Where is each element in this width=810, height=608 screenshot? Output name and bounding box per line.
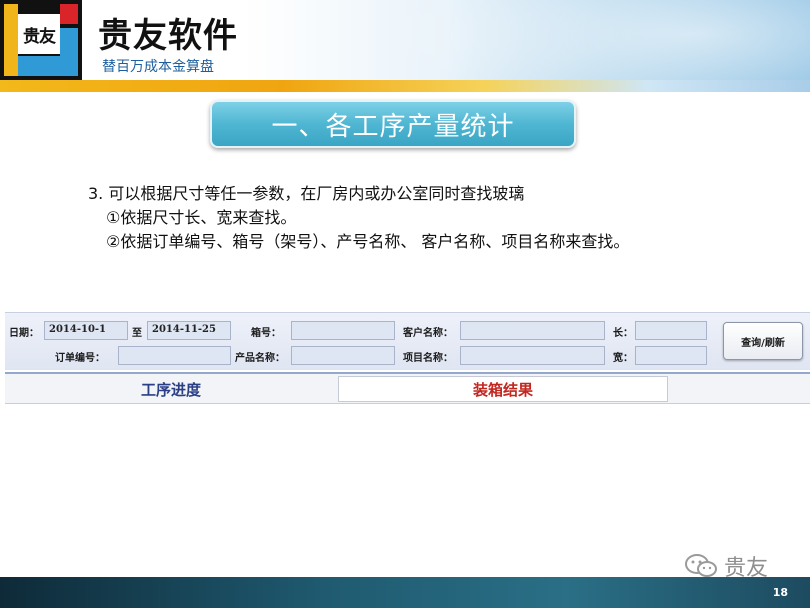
company-logo: 贵友 — [0, 0, 82, 80]
date-to-field[interactable]: 2014-11-25 — [147, 321, 231, 340]
bullet-sub-2: ②依据订单编号、箱号（架号）、产号名称、 客户名称、项目名称来查找。 — [106, 232, 630, 251]
section-title: 一、各工序产量统计 — [271, 111, 515, 142]
wechat-icon — [685, 554, 717, 577]
description-text: 3. 可以根据尺寸等任一参数，在厂房内或办公室同时查找玻璃 ①依据尺寸长、宽来查… — [88, 182, 629, 254]
logo-mark: 贵友 — [23, 26, 56, 47]
length-label: 长： — [613, 328, 633, 339]
date-label: 日期： — [9, 328, 39, 339]
header-color-strip — [0, 80, 810, 92]
customer-label: 客户名称： — [403, 328, 453, 339]
search-form: 日期： 2014-10-1 至 2014-11-25 箱号： 客户名称： 长： … — [5, 312, 810, 370]
footer-band: 18 — [0, 577, 810, 608]
section-title-banner: 一、各工序产量统计 — [210, 100, 576, 148]
logo-blue-bar — [18, 56, 60, 76]
product-field[interactable] — [291, 346, 395, 365]
project-field[interactable] — [460, 346, 605, 365]
logo-blue-block — [60, 28, 78, 76]
tab-packing-result[interactable]: 装箱结果 — [338, 376, 668, 402]
order-no-field[interactable] — [118, 346, 231, 365]
page-number: 18 — [772, 586, 788, 599]
result-tabs: 工序进度 装箱结果 — [5, 372, 810, 404]
brand-subtitle: 替百万成本金算盘 — [102, 59, 214, 75]
box-no-label: 箱号： — [251, 328, 281, 339]
date-to-label: 至 — [132, 328, 142, 339]
tab-process-progress[interactable]: 工序进度 — [5, 374, 337, 404]
brand-title: 贵友软件 — [98, 16, 238, 56]
width-label: 宽： — [613, 353, 633, 364]
header-decoration — [330, 0, 810, 92]
logo-yellow-block — [4, 4, 18, 76]
product-label: 产品名称： — [235, 353, 285, 364]
project-label: 项目名称： — [403, 353, 453, 364]
length-field[interactable] — [635, 321, 707, 340]
logo-red-block — [60, 4, 78, 24]
query-refresh-button[interactable]: 查询/刷新 — [723, 322, 803, 360]
bullet-sub-1: ①依据尺寸长、宽来查找。 — [106, 208, 297, 227]
date-from-field[interactable]: 2014-10-1 — [44, 321, 128, 340]
bullet-main: 3. 可以根据尺寸等任一参数，在厂房内或办公室同时查找玻璃 — [88, 184, 525, 203]
customer-field[interactable] — [460, 321, 605, 340]
box-no-field[interactable] — [291, 321, 395, 340]
order-no-label: 订单编号： — [55, 353, 105, 364]
width-field[interactable] — [635, 346, 707, 365]
